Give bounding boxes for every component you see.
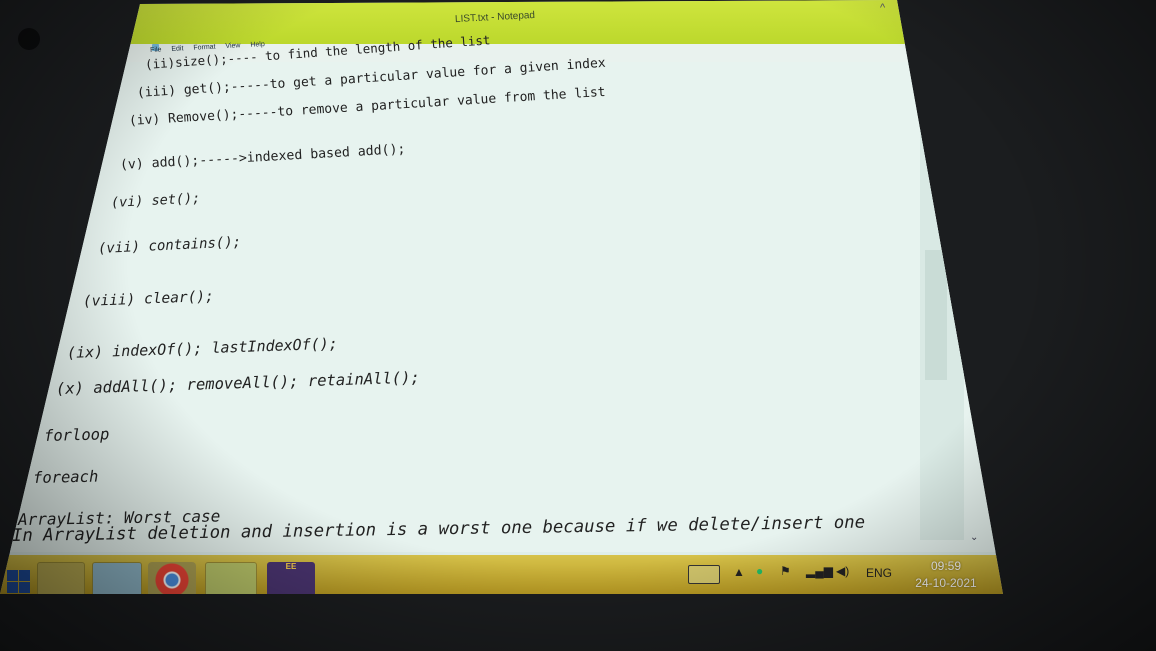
eclipse-java-ee-icon[interactable]: EE: [267, 562, 315, 594]
clock-time: 09:59: [930, 559, 962, 573]
file-explorer-icon[interactable]: [37, 562, 85, 594]
title-bar: [0, 0, 1003, 44]
show-hidden-icons-icon[interactable]: ▲: [733, 565, 745, 579]
menu-format[interactable]: Format: [193, 44, 216, 52]
windows-start-icon[interactable]: [5, 570, 31, 594]
editor-line: foreach: [32, 467, 99, 487]
touch-keyboard-icon[interactable]: [688, 565, 720, 584]
projector-dust-spot: [18, 28, 40, 50]
scroll-up-icon[interactable]: ^: [880, 2, 885, 14]
projected-screen: LIST.txt - Notepad ^ File Edit Format Vi…: [0, 0, 1003, 594]
clock-date: 24-10-2021: [915, 576, 977, 590]
action-center-icon[interactable]: ⚑: [780, 564, 791, 578]
editor-line: forloop: [43, 425, 110, 445]
menu-edit[interactable]: Edit: [171, 45, 183, 53]
clock[interactable]: 09:59 24-10-2021: [910, 558, 982, 592]
folder-icon[interactable]: [205, 562, 257, 594]
security-shield-icon[interactable]: ●: [756, 564, 763, 578]
network-signal-icon[interactable]: ▂▄▆: [806, 564, 833, 578]
scroll-thumb[interactable]: [925, 250, 947, 380]
scroll-down-icon[interactable]: ⌄: [970, 532, 978, 543]
text-editor[interactable]: [0, 62, 1003, 552]
menu-view[interactable]: View: [225, 42, 240, 50]
chrome-icon[interactable]: [148, 562, 196, 594]
notepad-icon[interactable]: [92, 562, 142, 594]
language-indicator[interactable]: ENG: [866, 566, 892, 580]
volume-icon[interactable]: ◀): [836, 564, 849, 578]
menu-file[interactable]: File: [150, 46, 162, 54]
